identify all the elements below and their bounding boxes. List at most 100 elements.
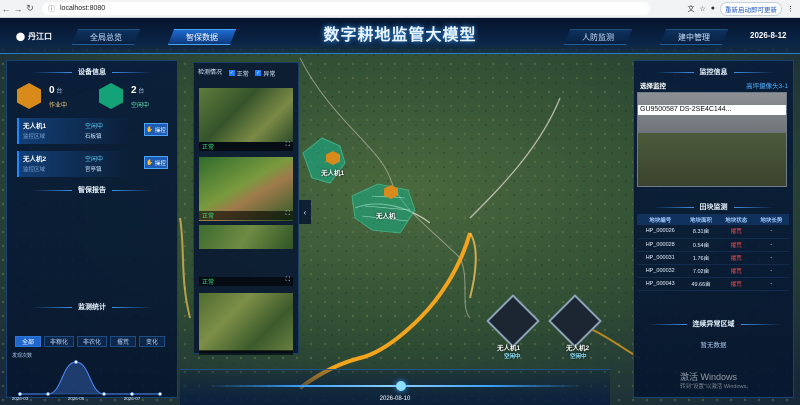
url-text: localhost:8080	[60, 5, 106, 12]
chart-tick-label: 2026-03	[12, 396, 29, 401]
tab-non-agri[interactable]: 非农化	[77, 336, 107, 347]
chevron-left-icon: ‹	[303, 207, 307, 217]
alert-report-title: 智保报告	[7, 185, 177, 195]
chart-tick-label: 2026-07	[124, 396, 141, 401]
table-row[interactable]: HP_000026 8.31亩 撂荒 -	[637, 225, 789, 239]
device-info-title: 设备信息	[7, 67, 177, 77]
uav-card-1[interactable]: 无人机1 空闲中 监控区域 石板镇	[17, 118, 127, 144]
site-info-icon[interactable]: ⓘ	[48, 4, 55, 14]
tab-abandoned[interactable]: 撂荒	[110, 336, 136, 347]
table-row[interactable]: HP_000028 0.54亩 撂荒 -	[637, 238, 789, 252]
field-image-3[interactable]	[199, 225, 293, 249]
uav-card-area-label: 监控区域	[23, 167, 46, 173]
col-plot-growth: 地块长势	[753, 214, 789, 225]
stats-title: 监测统计	[7, 302, 177, 312]
hand-icon: ✋	[146, 126, 153, 133]
browser-bar: ← → ↻ ⓘ localhost:8080 文 ☆ ● 重新启动即可更新 ⋮	[0, 0, 800, 18]
expand-icon[interactable]: ⛶	[286, 142, 290, 149]
field-image-caption-1: 正常 ⛶	[199, 142, 293, 151]
tab-non-grain[interactable]: 非粮化	[44, 336, 74, 347]
back-icon[interactable]: ←	[0, 4, 12, 14]
windows-watermark-sub: 转到"设置"以激活 Windows。	[680, 384, 752, 390]
working-count: 0	[49, 85, 55, 96]
control-button-uav2[interactable]: ✋ 操控	[144, 156, 168, 169]
field-image-caption-4	[199, 350, 293, 355]
chart-point[interactable]	[74, 360, 78, 364]
camera-feed[interactable]: GU9500587 DS-2SE4C144...	[637, 92, 787, 187]
star-icon[interactable]: ☆	[699, 5, 705, 13]
expand-icon[interactable]: ⛶	[286, 277, 290, 284]
menu-icon[interactable]: ⋮	[787, 5, 794, 13]
uav-card-area: 官亭镇	[85, 167, 102, 173]
table-row[interactable]: HP_000043 49.66亩 撂荒 -	[637, 277, 789, 291]
chart-tick-label: 2026-05	[68, 396, 85, 401]
uav1-map-status: 空闲中	[504, 354, 521, 360]
timeline-track[interactable]	[208, 385, 582, 387]
idle-count: 2	[131, 85, 137, 96]
filter-abnormal[interactable]: ✓ 异常	[255, 69, 275, 78]
idle-drone-icon	[99, 83, 123, 109]
uav-card-name: 无人机1	[23, 123, 47, 130]
idle-label: 空闲中	[131, 103, 150, 109]
left-panel: 设备信息 0 台 作业中 2 台 空闲中 无人机1 空闲中 监控区域 石板镇 ✋…	[6, 60, 178, 398]
update-button[interactable]: 重新启动即可更新	[720, 1, 782, 16]
location-pin-icon: ⬤	[16, 32, 25, 41]
filter-normal[interactable]: ✓ 正常	[228, 69, 249, 78]
col-plot-status: 地块状态	[718, 214, 754, 225]
timeline-handle[interactable]	[396, 381, 406, 391]
plots-title: 田块监测	[634, 202, 793, 212]
nav-smart-data[interactable]: 智保数据	[168, 29, 236, 45]
checkbox-icon: ✓	[255, 70, 262, 76]
table-row[interactable]: HP_000031 1.76亩 撂荒 -	[637, 251, 789, 265]
timeline-date: 2026-08-10	[379, 396, 411, 402]
drone-marker-label-2: 无人机	[376, 213, 396, 220]
nav-overview[interactable]: 全局总览	[72, 29, 140, 45]
no-data-text: 暂无数据	[700, 342, 727, 349]
stats-chart: 发现次数 2026-03 2026-05 2026-07	[12, 352, 162, 401]
app: · 无人机1 无人机 无人机1 空闲中 无人机2 空闲中 ⬤ 丹江口 全局总览 …	[0, 18, 800, 405]
date-display: 2026-8-12	[750, 31, 787, 40]
field-image-caption-3: 正常 ⛶	[199, 277, 293, 286]
address-bar[interactable]: ⓘ localhost:8080	[42, 2, 650, 15]
uav-card-status: 空闲中	[85, 124, 104, 130]
working-drone-icon	[17, 83, 41, 109]
tab-change[interactable]: 变化	[139, 336, 165, 347]
table-row[interactable]: HP_000032 7.02亩 撂荒 -	[637, 264, 789, 278]
nav-monitoring[interactable]: 人防监测	[564, 29, 632, 45]
uav-card-name: 无人机2	[23, 156, 47, 163]
chart-ylabel: 发现次数	[12, 352, 32, 359]
camera-select[interactable]: 高坪摄像头3-1	[746, 80, 788, 90]
reload-icon[interactable]: ↻	[24, 3, 36, 14]
uav-card-status: 空闲中	[85, 157, 104, 163]
uav-card-2[interactable]: 无人机2 空闲中 监控区域 官亭镇	[17, 151, 127, 177]
idle-unit: 台	[138, 89, 145, 95]
nav-management[interactable]: 建中管理	[660, 29, 728, 45]
uav-card-area: 石板镇	[85, 134, 102, 140]
uav2-map-status: 空闲中	[570, 354, 587, 360]
forward-icon[interactable]: →	[12, 4, 24, 14]
chart-point[interactable]	[46, 392, 50, 396]
plots-header-row: 地块编号 地块面积 地块状态 地块长势	[637, 214, 789, 225]
expand-icon[interactable]: ⛶	[286, 211, 290, 218]
field-image-4[interactable]	[199, 293, 293, 351]
uav1-map-label: 无人机1	[497, 345, 521, 352]
drone-marker-label-1: 无人机1	[321, 170, 345, 177]
timeline-bar: 2026-08-10	[180, 369, 610, 405]
detection-image-panel: 检测情况 ✓ 正常 ✓ 异常 正常 ⛶ 正常 ⛶ 正常 ⛶	[193, 62, 299, 355]
tab-all[interactable]: 全部	[15, 336, 41, 347]
location-selector[interactable]: ⬤ 丹江口	[16, 31, 52, 42]
field-image-1[interactable]	[199, 88, 293, 142]
profile-icon[interactable]: ●	[711, 5, 715, 12]
control-button-uav1[interactable]: ✋ 操控	[144, 123, 168, 136]
chart-point[interactable]	[102, 392, 106, 396]
camera-selector-row: 选择监控 高坪摄像头3-1	[640, 80, 790, 90]
uav2-map-label: 无人机2	[566, 345, 590, 352]
top-bar: ⬤ 丹江口 全局总览 智保数据 数字耕地监管大模型 人防监测 建中管理 2026…	[0, 18, 800, 54]
chart-point[interactable]	[158, 392, 162, 396]
checkbox-icon: ✓	[228, 70, 235, 76]
collapse-panel-button[interactable]: ‹	[299, 200, 311, 224]
camera-id: GU9500587 DS-2SE4C144...	[640, 106, 732, 113]
detection-title: 检测情况	[198, 70, 223, 76]
translate-icon[interactable]: 文	[687, 4, 694, 14]
hand-icon: ✋	[146, 159, 153, 166]
